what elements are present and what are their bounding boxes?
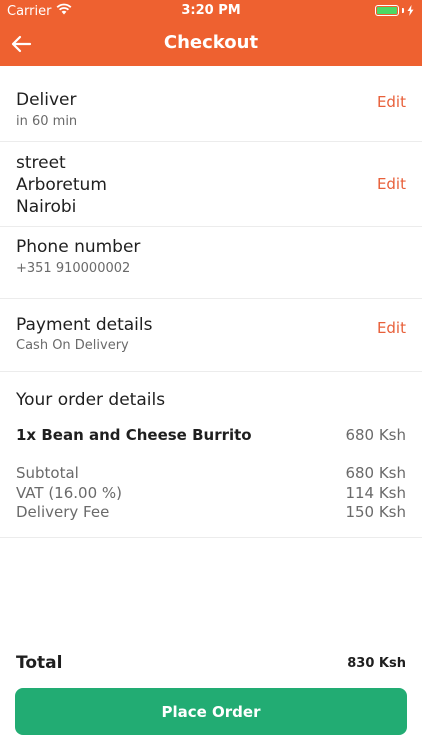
- vat-row: VAT (16.00 %) 114 Ksh: [16, 484, 406, 502]
- subtotal-row: Subtotal 680 Ksh: [16, 464, 406, 482]
- delivery-fee-row: Delivery Fee 150 Ksh: [16, 503, 406, 521]
- place-order-button[interactable]: Place Order: [15, 688, 407, 735]
- order-details-heading: Your order details: [16, 390, 166, 410]
- address-block: street Arboretum Nairobi: [16, 152, 107, 218]
- status-bar: Carrier 3:20 PM: [0, 0, 422, 22]
- delivery-fee-value: 150 Ksh: [345, 503, 406, 521]
- delivery-label: Deliver: [16, 90, 77, 110]
- payment-row: Payment details Cash On Delivery Edit: [0, 299, 422, 372]
- charging-bolt-icon: [407, 5, 414, 16]
- header-bar: Carrier 3:20 PM Checkout: [0, 0, 422, 66]
- delivery-time-value: in 60 min: [16, 114, 78, 129]
- order-item-name: 1x Bean and Cheese Burrito: [16, 426, 252, 444]
- edit-payment-button[interactable]: Edit: [377, 319, 406, 337]
- address-street: street: [16, 153, 66, 173]
- page-title: Checkout: [163, 32, 259, 53]
- status-time: 3:20 PM: [181, 3, 241, 18]
- order-divider: [0, 537, 422, 538]
- edit-delivery-button[interactable]: Edit: [377, 93, 406, 111]
- battery-icon: [375, 5, 414, 16]
- subtotal-value: 680 Ksh: [345, 464, 406, 482]
- nav-bar: Checkout: [0, 22, 422, 66]
- address-city: Nairobi: [16, 197, 77, 217]
- delivery-time-row: Deliver in 60 min Edit: [0, 66, 422, 142]
- payment-method: Cash On Delivery: [16, 338, 129, 353]
- phone-label: Phone number: [16, 237, 141, 257]
- phone-value: +351 910000002: [16, 261, 131, 276]
- order-item-price: 680 Ksh: [345, 426, 406, 444]
- phone-row: Phone number +351 910000002: [0, 227, 422, 299]
- vat-label: VAT (16.00 %): [16, 484, 122, 502]
- vat-value: 114 Ksh: [345, 484, 406, 502]
- total-label: Total: [16, 653, 63, 673]
- address-row: street Arboretum Nairobi Edit: [0, 142, 422, 227]
- delivery-fee-label: Delivery Fee: [16, 503, 110, 521]
- edit-address-button[interactable]: Edit: [377, 175, 406, 193]
- total-value: 830 Ksh: [347, 656, 406, 671]
- payment-label: Payment details: [16, 315, 153, 335]
- address-area: Arboretum: [16, 175, 107, 195]
- subtotal-label: Subtotal: [16, 464, 79, 482]
